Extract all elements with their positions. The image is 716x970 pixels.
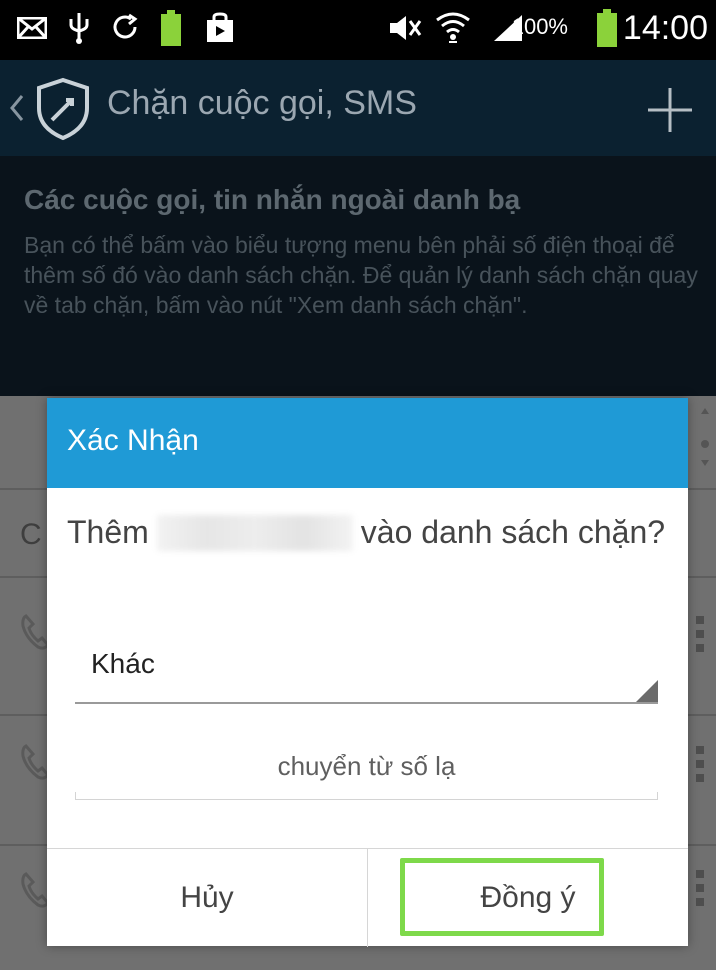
dialog-message: Thêm vào danh sách chặn? bbox=[67, 512, 667, 552]
phone-icon bbox=[20, 872, 50, 908]
info-description: Bạn có thể bấm vào biểu tượng menu bên p… bbox=[24, 232, 698, 318]
note-input[interactable] bbox=[75, 736, 658, 796]
note-underline-tick bbox=[657, 792, 658, 800]
mail-icon bbox=[14, 8, 50, 48]
back-chevron-icon[interactable] bbox=[6, 88, 28, 128]
bag-icon bbox=[202, 8, 238, 48]
message-prefix: Thêm bbox=[67, 514, 149, 550]
battery-percent: 100% bbox=[511, 14, 568, 39]
plus-icon[interactable] bbox=[644, 84, 696, 136]
scroll-indicator bbox=[698, 400, 712, 480]
battery-saver-icon bbox=[156, 8, 186, 48]
shield-icon[interactable] bbox=[30, 76, 96, 142]
more-icon[interactable] bbox=[694, 868, 706, 908]
wifi-icon bbox=[434, 8, 472, 48]
cancel-button[interactable]: Hủy bbox=[47, 849, 367, 947]
more-icon[interactable] bbox=[694, 614, 706, 654]
dialog-header: Xác Nhận bbox=[47, 398, 688, 488]
app-title: Chặn cuộc gọi, SMS bbox=[107, 84, 417, 122]
more-icon[interactable] bbox=[694, 744, 706, 784]
dropdown-triangle-icon bbox=[636, 680, 658, 702]
sync-icon bbox=[108, 8, 142, 48]
category-dropdown[interactable]: Khác bbox=[75, 634, 658, 704]
action-bar: Chặn cuộc gọi, SMS bbox=[0, 60, 716, 156]
phone-icon bbox=[20, 744, 50, 780]
usb-icon bbox=[64, 8, 94, 48]
clock: 14:00 bbox=[622, 9, 708, 47]
battery-icon bbox=[596, 8, 618, 48]
dropdown-underline bbox=[75, 702, 658, 704]
info-banner: Các cuộc gọi, tin nhắn ngoài danh bạ Bạn… bbox=[0, 156, 716, 396]
confirm-highlight-box bbox=[400, 858, 604, 936]
note-underline bbox=[75, 799, 658, 800]
blurred-phone-number bbox=[156, 515, 353, 551]
phone-icon bbox=[20, 614, 50, 650]
dialog-title: Xác Nhận bbox=[67, 424, 199, 457]
list-section-letter: C bbox=[20, 518, 42, 551]
mute-icon bbox=[386, 8, 424, 48]
info-title: Các cuộc gọi, tin nhắn ngoài danh bạ bbox=[24, 184, 521, 215]
category-value: Khác bbox=[91, 648, 155, 679]
note-underline-tick bbox=[75, 792, 76, 800]
status-bar: 100% 14:00 bbox=[0, 0, 716, 60]
note-field[interactable] bbox=[75, 736, 658, 800]
message-suffix: vào danh sách chặn? bbox=[360, 514, 666, 550]
